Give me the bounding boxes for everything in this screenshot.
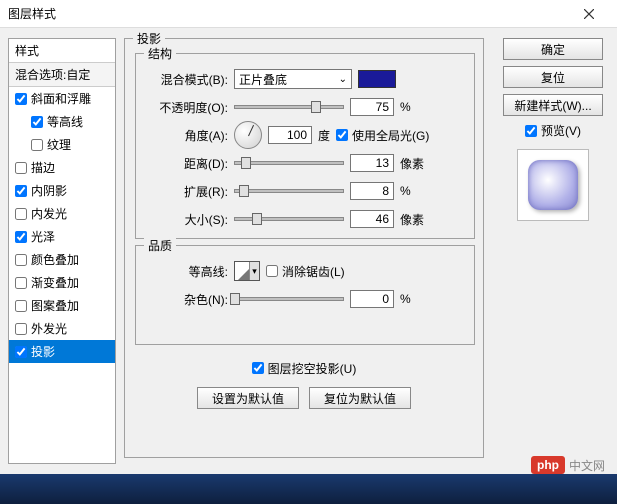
sidebar-item-checkbox[interactable] (31, 139, 43, 151)
sidebar-item-3[interactable]: 描边 (9, 156, 115, 179)
noise-slider[interactable] (234, 297, 344, 301)
sidebar-item-label: 颜色叠加 (31, 251, 79, 268)
chevron-down-icon: ▾ (249, 262, 259, 280)
chevron-down-icon: ⌄ (339, 74, 347, 85)
opacity-unit: % (400, 100, 411, 114)
sidebar-item-checkbox[interactable] (15, 323, 27, 335)
preview-checkbox[interactable]: 预览(V) (525, 122, 581, 139)
sidebar-item-label: 内阴影 (31, 182, 67, 199)
reset-default-button[interactable]: 复位为默认值 (309, 387, 411, 409)
new-style-button[interactable]: 新建样式(W)... (503, 94, 603, 116)
taskbar (0, 474, 617, 504)
opacity-slider[interactable] (234, 105, 344, 109)
distance-input[interactable]: 13 (350, 154, 394, 172)
sidebar-item-9[interactable]: 图案叠加 (9, 294, 115, 317)
contour-picker[interactable]: ▾ (234, 261, 260, 281)
sidebar-item-11[interactable]: 投影 (9, 340, 115, 363)
spread-input[interactable]: 8 (350, 182, 394, 200)
sidebar-subheading[interactable]: 混合选项:自定 (9, 63, 115, 87)
spread-unit: % (400, 184, 411, 198)
watermark-text: 中文网 (569, 457, 605, 474)
watermark: php 中文网 (531, 456, 605, 474)
watermark-logo: php (531, 456, 565, 474)
distance-label: 距离(D): (146, 155, 228, 172)
window-title: 图层样式 (8, 5, 569, 22)
sidebar-item-label: 渐变叠加 (31, 274, 79, 291)
structure-fieldset: 结构 混合模式(B): 正片叠底 ⌄ 不透明度(O): 75 % 角 (135, 53, 475, 239)
sidebar-item-7[interactable]: 颜色叠加 (9, 248, 115, 271)
knockout-checkbox[interactable]: 图层挖空投影(U) (252, 360, 357, 377)
size-label: 大小(S): (146, 211, 228, 228)
sidebar-item-label: 等高线 (47, 113, 83, 130)
sidebar-item-label: 投影 (31, 343, 55, 360)
ok-button[interactable]: 确定 (503, 38, 603, 60)
sidebar-item-4[interactable]: 内阴影 (9, 179, 115, 202)
sidebar-item-6[interactable]: 光泽 (9, 225, 115, 248)
sidebar-item-checkbox[interactable] (15, 185, 27, 197)
distance-slider[interactable] (234, 161, 344, 165)
blend-mode-label: 混合模式(B): (146, 71, 228, 88)
size-input[interactable]: 46 (350, 210, 394, 228)
close-button[interactable] (569, 0, 609, 28)
sidebar-item-checkbox[interactable] (15, 346, 27, 358)
angle-input[interactable]: 100 (268, 126, 312, 144)
opacity-label: 不透明度(O): (146, 99, 228, 116)
blend-mode-value: 正片叠底 (239, 71, 287, 88)
distance-unit: 像素 (400, 155, 424, 172)
opacity-input[interactable]: 75 (350, 98, 394, 116)
quality-legend: 品质 (144, 237, 176, 254)
sidebar-item-label: 光泽 (31, 228, 55, 245)
sidebar-item-checkbox[interactable] (15, 254, 27, 266)
sidebar-item-5[interactable]: 内发光 (9, 202, 115, 225)
global-light-checkbox[interactable]: 使用全局光(G) (336, 127, 429, 144)
sidebar-item-2[interactable]: 纹理 (9, 133, 115, 156)
shadow-color-swatch[interactable] (358, 70, 396, 88)
close-icon (584, 9, 594, 19)
noise-label: 杂色(N): (146, 291, 228, 308)
size-slider[interactable] (234, 217, 344, 221)
angle-label: 角度(A): (146, 127, 228, 144)
styles-sidebar: 样式 混合选项:自定 斜面和浮雕等高线纹理描边内阴影内发光光泽颜色叠加渐变叠加图… (8, 38, 116, 464)
reset-button[interactable]: 复位 (503, 66, 603, 88)
sidebar-item-label: 图案叠加 (31, 297, 79, 314)
angle-dial[interactable] (234, 121, 262, 149)
noise-unit: % (400, 292, 411, 306)
sidebar-item-checkbox[interactable] (15, 277, 27, 289)
make-default-button[interactable]: 设置为默认值 (197, 387, 299, 409)
sidebar-item-checkbox[interactable] (31, 116, 43, 128)
angle-unit: 度 (318, 127, 330, 144)
sidebar-item-checkbox[interactable] (15, 162, 27, 174)
sidebar-item-checkbox[interactable] (15, 300, 27, 312)
sidebar-item-checkbox[interactable] (15, 208, 27, 220)
noise-input[interactable]: 0 (350, 290, 394, 308)
sidebar-item-label: 纹理 (47, 136, 71, 153)
size-unit: 像素 (400, 211, 424, 228)
contour-label: 等高线: (146, 263, 228, 280)
sidebar-item-label: 内发光 (31, 205, 67, 222)
sidebar-item-0[interactable]: 斜面和浮雕 (9, 87, 115, 110)
preview-thumbnail (528, 160, 578, 210)
sidebar-item-checkbox[interactable] (15, 231, 27, 243)
sidebar-item-8[interactable]: 渐变叠加 (9, 271, 115, 294)
antialias-checkbox[interactable]: 消除锯齿(L) (266, 263, 345, 280)
main-fieldset: 投影 结构 混合模式(B): 正片叠底 ⌄ 不透明度(O): 75 % (124, 38, 484, 458)
sidebar-item-label: 描边 (31, 159, 55, 176)
structure-legend: 结构 (144, 45, 176, 62)
sidebar-item-checkbox[interactable] (15, 93, 27, 105)
sidebar-item-label: 斜面和浮雕 (31, 90, 91, 107)
sidebar-item-10[interactable]: 外发光 (9, 317, 115, 340)
spread-slider[interactable] (234, 189, 344, 193)
quality-fieldset: 品质 等高线: ▾ 消除锯齿(L) 杂色(N): 0 % (135, 245, 475, 345)
sidebar-heading[interactable]: 样式 (9, 39, 115, 63)
spread-label: 扩展(R): (146, 183, 228, 200)
sidebar-item-label: 外发光 (31, 320, 67, 337)
sidebar-item-1[interactable]: 等高线 (9, 110, 115, 133)
blend-mode-dropdown[interactable]: 正片叠底 ⌄ (234, 69, 352, 89)
preview-box (517, 149, 589, 221)
